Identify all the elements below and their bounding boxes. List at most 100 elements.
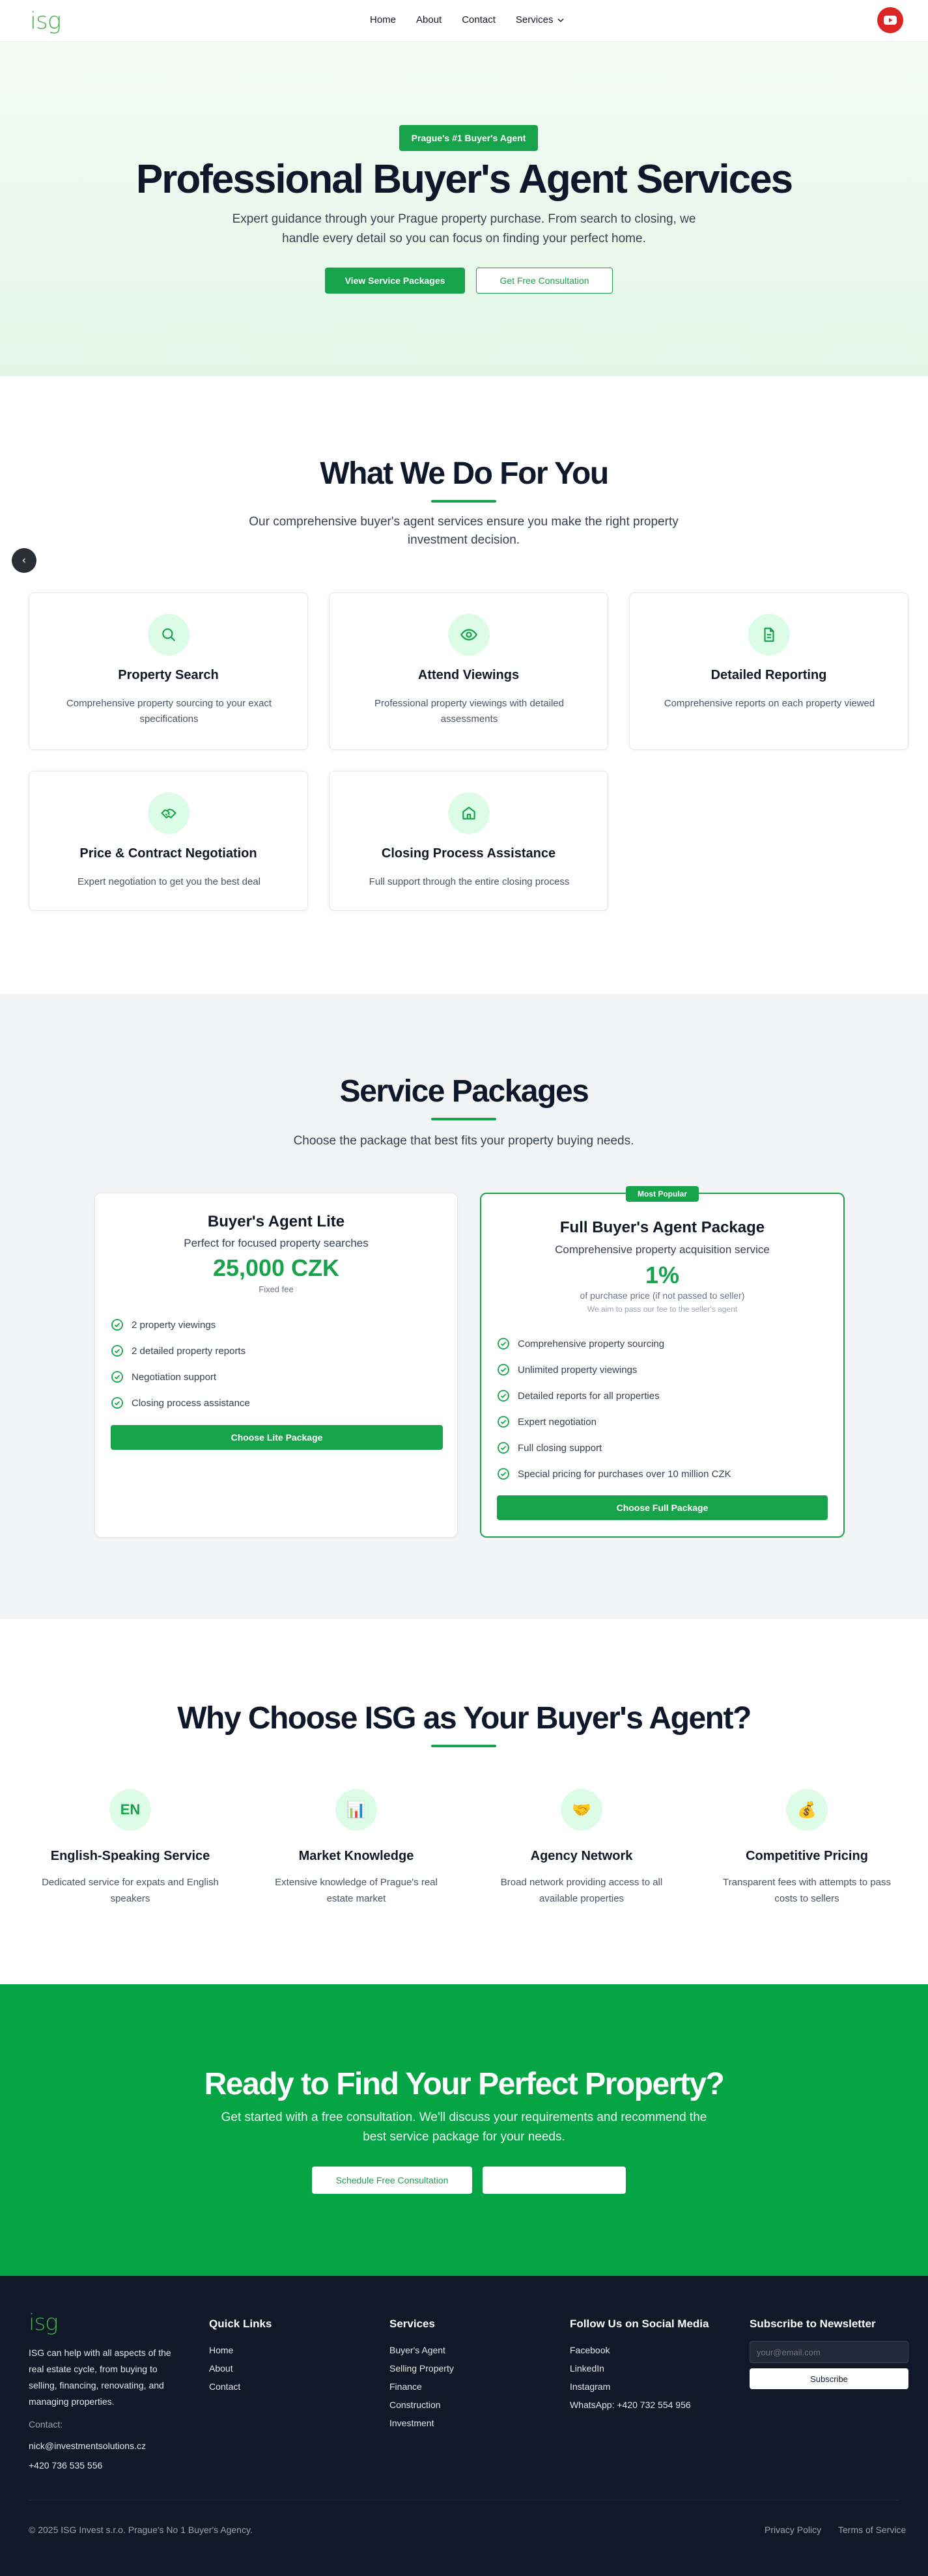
check-circle-icon [111,1371,123,1383]
secondary-cta-button[interactable] [483,2167,626,2194]
free-consultation-button[interactable]: Get Free Consultation [476,268,613,294]
check-circle-icon [498,1338,509,1350]
service-card-detailed-reporting: Detailed Reporting Comprehensive reports… [629,592,908,750]
package-price: 1% [645,1262,680,1288]
footer-heading: Subscribe to Newsletter [750,2318,876,2330]
card-title: Detailed Reporting [710,668,827,682]
why-item-text: Extensive knowledge of Prague's real est… [275,1877,438,1904]
nav-services-label: Services [515,14,554,25]
footer-link-linkedin[interactable]: LinkedIn [570,2359,709,2377]
footer-logo[interactable]: isg [29,2310,185,2336]
carousel-prev-button[interactable] [12,548,36,573]
contact-label: Contact: [29,2419,63,2430]
list-item: Comprehensive property sourcing [497,1331,731,1357]
footer-link-home[interactable]: Home [209,2341,272,2359]
most-popular-badge: Most Popular [626,1186,699,1202]
privacy-policy-link[interactable]: Privacy Policy [765,2525,821,2535]
price-note: Fixed fee [259,1284,294,1294]
footer-link-contact[interactable]: Contact [209,2377,272,2396]
subscribe-button[interactable]: Subscribe [750,2368,908,2389]
choose-full-button[interactable]: Choose Full Package [497,1495,828,1520]
handshake-icon: 🤝 [561,1789,602,1831]
check-circle-icon [498,1442,509,1454]
choose-lite-button[interactable]: Choose Lite Package [111,1425,443,1450]
hero-title: Professional Buyer's Agent Services [135,157,793,202]
hero-section: Prague's #1 Buyer's Agent Professional B… [0,42,928,376]
why-item-market: 📊 Market Knowledge Extensive knowledge o… [252,1789,460,1907]
youtube-button[interactable] [877,7,903,33]
why-item-text: Dedicated service for expats and English… [42,1877,219,1904]
why-item-english: EN English-Speaking Service Dedicated se… [26,1789,234,1907]
footer-link-facebook[interactable]: Facebook [570,2341,709,2359]
list-item: Unlimited property viewings [497,1357,731,1383]
why-item-title: Agency Network [530,1849,633,1863]
youtube-icon [884,16,897,25]
footer-link-about[interactable]: About [209,2359,272,2377]
main-nav: Home About Contact Services [370,14,585,25]
site-footer: isg ISG can help with all aspects of the… [0,2276,928,2576]
footer-link-construction[interactable]: Construction [389,2396,454,2414]
card-text: Expert negotiation to get you the best d… [77,876,261,887]
cta-title: Ready to Find Your Perfect Property? [204,2067,725,2101]
footer-link-finance[interactable]: Finance [389,2377,454,2396]
check-circle-icon [498,1390,509,1402]
footer-services: Services Buyer's Agent Selling Property … [389,2318,454,2432]
money-bag-icon: 💰 [786,1789,828,1831]
footer-link-whatsapp[interactable]: WhatsApp: +420 732 554 956 [570,2396,709,2414]
cta-subtitle: Get started with a free consultation. We… [221,2111,707,2144]
list-item: Expert negotiation [497,1409,731,1435]
price-note: of purchase price (if not passed to sell… [580,1290,745,1301]
list-item: Full closing support [497,1435,731,1461]
view-packages-button[interactable]: View Service Packages [325,268,465,294]
site-header: isg Home About Contact Services [0,0,928,42]
footer-email-link[interactable]: nick@investmentsolutions.cz [29,2435,185,2456]
package-title: Full Buyer's Agent Package [559,1219,765,1236]
schedule-consultation-button[interactable]: Schedule Free Consultation [312,2167,472,2194]
eye-icon [448,614,490,656]
nav-home[interactable]: Home [370,14,396,25]
lite-package-card: Buyer's Agent Lite Perfect for focused p… [94,1193,458,1538]
what-title: What We Do For You [320,456,609,491]
why-item-title: English-Speaking Service [50,1849,210,1863]
packages-subtitle: Choose the package that best fits your p… [293,1134,634,1148]
document-icon [748,614,790,656]
footer-phone-link[interactable]: +420 736 535 556 [29,2456,185,2474]
copyright: © 2025 ISG Invest s.r.o. Prague's No 1 B… [29,2525,253,2535]
package-title: Buyer's Agent Lite [207,1213,345,1230]
footer-quick-links: Quick Links Home About Contact [209,2318,272,2396]
nav-contact[interactable]: Contact [462,14,496,25]
price-note-secondary: We aim to pass our fee to the seller's a… [587,1305,738,1314]
service-card-property-search: Property Search Comprehensive property s… [29,592,308,750]
footer-heading: Services [389,2318,435,2330]
nav-services-dropdown[interactable]: Services [516,14,565,25]
terms-link[interactable]: Terms of Service [838,2525,906,2535]
service-card-closing: Closing Process Assistance Full support … [329,771,608,911]
logo[interactable]: isg [30,8,61,35]
check-circle-icon [498,1468,509,1480]
card-title: Attend Viewings [417,668,520,682]
title-underline [431,1118,496,1120]
footer-about-text: ISG can help with all aspects of the rea… [29,2347,171,2407]
check-circle-icon [111,1345,123,1357]
list-item: 2 detailed property reports [111,1338,250,1364]
footer-link-buyers-agent[interactable]: Buyer's Agent [389,2341,454,2359]
why-item-network: 🤝 Agency Network Broad network providing… [477,1789,686,1907]
footer-link-instagram[interactable]: Instagram [570,2377,709,2396]
footer-link-investment[interactable]: Investment [389,2414,454,2432]
newsletter-email-input[interactable] [750,2341,908,2363]
feature-list: Comprehensive property sourcing Unlimite… [497,1331,731,1487]
service-card-attend-viewings: Attend Viewings Professional property vi… [329,592,608,750]
check-circle-icon [498,1416,509,1428]
handshake-icon [148,792,190,834]
footer-link-selling[interactable]: Selling Property [389,2359,454,2377]
card-text: Comprehensive property sourcing to your … [66,698,272,725]
full-package-card: Most Popular Full Buyer's Agent Package … [480,1186,845,1538]
why-item-text: Transparent fees with attempts to pass c… [723,1877,891,1904]
check-circle-icon [111,1319,123,1331]
search-icon [148,614,190,656]
card-text: Comprehensive reports on each property v… [664,698,875,709]
nav-about[interactable]: About [416,14,442,25]
what-subtitle: Our comprehensive buyer's agent services… [249,515,679,547]
card-title: Closing Process Assistance [381,846,556,861]
list-item: 2 property viewings [111,1312,250,1338]
